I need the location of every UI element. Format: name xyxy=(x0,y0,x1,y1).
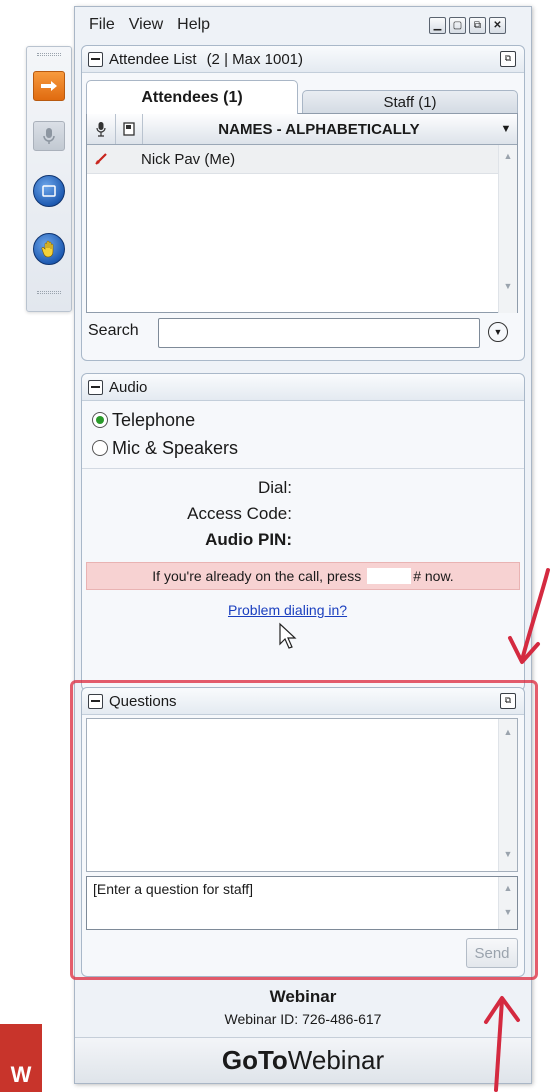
attendee-list-header[interactable]: Attendee List (2 | Max 1001) ⧉ xyxy=(82,46,524,73)
telephone-option[interactable]: Telephone xyxy=(92,410,195,431)
attendee-table-header: NAMES - ALPHABETICALLY ▼ xyxy=(87,114,517,145)
divider xyxy=(82,468,524,469)
popout-button[interactable]: ⧉ xyxy=(469,17,486,34)
names-column-header[interactable]: NAMES - ALPHABETICALLY xyxy=(143,121,495,138)
document-icon xyxy=(123,122,135,136)
toolbar-grip-bottom[interactable] xyxy=(37,291,61,294)
popout-icon[interactable]: ⧉ xyxy=(500,51,516,67)
menu-help[interactable]: Help xyxy=(177,16,210,34)
collapse-icon[interactable] xyxy=(88,51,103,67)
annotation-highlight-box xyxy=(70,680,538,980)
mic-mute-button[interactable] xyxy=(33,121,65,151)
attendee-count: (2 | Max 1001) xyxy=(206,50,304,68)
webinar-title: Webinar xyxy=(269,987,337,1006)
microphone-icon xyxy=(43,128,55,144)
chevron-down-icon[interactable]: ▼ xyxy=(488,322,508,342)
raise-hand-button[interactable] xyxy=(33,233,65,265)
arrow-right-icon xyxy=(41,81,57,91)
audio-pin-label: Audio PIN: xyxy=(205,530,292,549)
mic-column-header[interactable] xyxy=(87,114,116,144)
search-input[interactable] xyxy=(158,318,480,348)
radio-unselected[interactable] xyxy=(92,440,108,456)
mic-speakers-label: Mic & Speakers xyxy=(112,438,239,458)
close-button[interactable]: ✕ xyxy=(489,17,506,34)
show-hide-panel-button[interactable] xyxy=(33,71,65,101)
chevron-down-icon[interactable]: ▼ xyxy=(495,123,517,135)
radio-selected[interactable] xyxy=(92,412,108,428)
raise-hand-icon xyxy=(41,240,54,258)
tab-staff[interactable]: Staff (1) xyxy=(302,90,518,114)
annotation-arrow-top xyxy=(508,568,550,664)
attendee-list-title: Attendee List xyxy=(109,50,197,68)
screen-icon xyxy=(42,185,56,197)
menu-file[interactable]: File xyxy=(89,16,115,34)
screen-view-button[interactable] xyxy=(33,175,65,207)
floating-toolbar xyxy=(26,46,72,312)
attendee-list-panel: Attendee List (2 | Max 1001) ⧉ Attendees… xyxy=(81,45,525,361)
minimize-button[interactable]: ▁ xyxy=(429,17,446,34)
search-label: Search xyxy=(88,322,139,339)
telephone-label: Telephone xyxy=(112,410,196,430)
mic-muted-icon xyxy=(87,152,115,166)
status-column-header[interactable] xyxy=(116,114,143,144)
collapse-icon[interactable] xyxy=(88,379,103,395)
dial-label: Dial: xyxy=(257,478,292,497)
notice-suffix: # now. xyxy=(413,568,454,584)
mic-speakers-option[interactable]: Mic & Speakers xyxy=(92,438,238,459)
notice-prefix: If you're already on the call, press xyxy=(152,568,362,584)
audio-title: Audio xyxy=(109,378,148,396)
toolbar-grip-top[interactable] xyxy=(37,53,61,56)
tab-attendees[interactable]: Attendees (1) xyxy=(86,80,298,114)
access-code-label: Access Code: xyxy=(187,504,292,523)
restore-button[interactable]: ▢ xyxy=(449,17,466,34)
annotation-arrow-bottom xyxy=(484,996,520,1092)
audio-header[interactable]: Audio xyxy=(82,374,524,401)
microphone-icon xyxy=(96,122,106,137)
brand-light: Webinar xyxy=(287,1045,385,1075)
attendee-scrollbar[interactable]: ▲ ▼ xyxy=(498,145,517,313)
attendee-row[interactable]: Nick Pav (Me) xyxy=(87,145,498,174)
redacted-pin xyxy=(367,568,412,584)
brand-bold: GoTo xyxy=(221,1045,288,1075)
brand-footer: GoTo Webinar xyxy=(75,1037,531,1083)
already-on-call-notice: If you're already on the call, press # n… xyxy=(86,562,520,590)
problem-dialing-link[interactable]: Problem dialing in? xyxy=(228,602,347,618)
webinar-id: Webinar ID: 726-486-617 xyxy=(224,1011,382,1027)
attendee-table: NAMES - ALPHABETICALLY ▼ Nick Pav (Me) ▲… xyxy=(86,113,518,313)
corner-badge: W xyxy=(0,1024,42,1092)
menu-view[interactable]: View xyxy=(129,16,163,34)
audio-panel: Audio Telephone Mic & Speakers Dial: Acc… xyxy=(81,373,525,691)
attendee-name: Nick Pav (Me) xyxy=(141,150,236,168)
mouse-cursor-icon xyxy=(279,622,297,649)
